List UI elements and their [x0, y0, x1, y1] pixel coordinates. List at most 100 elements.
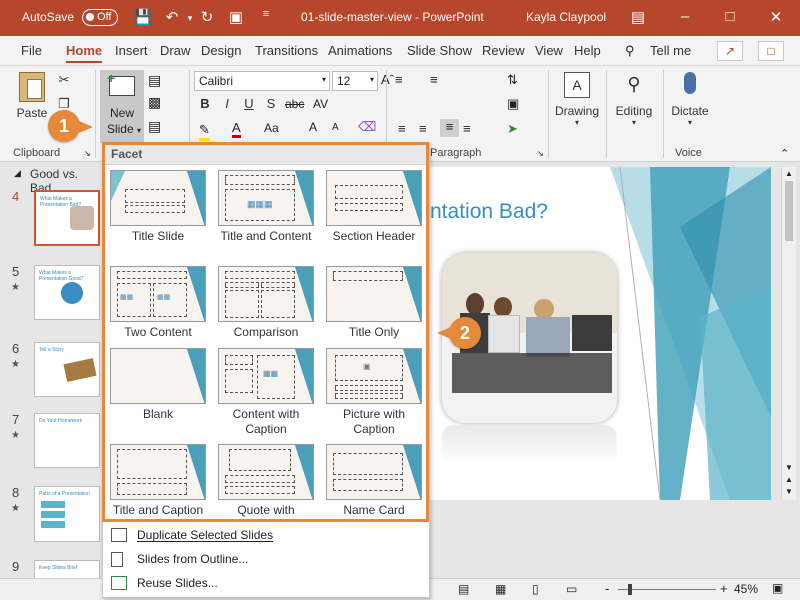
layout-section-header[interactable]: Section Header: [323, 170, 425, 244]
scroll-up-icon[interactable]: ▲: [785, 169, 793, 178]
minimize-icon[interactable]: –: [675, 8, 695, 25]
layout-blank[interactable]: Blank: [107, 348, 209, 422]
tab-transitions[interactable]: Transitions: [255, 43, 318, 58]
shrink-font-button[interactable]: A: [332, 122, 339, 133]
current-slide[interactable]: ntation Bad?: [430, 167, 771, 500]
char-spacing-button[interactable]: AV: [313, 97, 328, 111]
tab-help[interactable]: Help: [574, 43, 601, 58]
bullets-icon[interactable]: ≡: [395, 72, 403, 87]
align-center-icon[interactable]: ≡: [419, 121, 427, 136]
cut-icon[interactable]: ✂: [55, 72, 73, 88]
slide-thumbnail[interactable]: Do Your Homework: [34, 413, 100, 468]
align-left-icon[interactable]: ≡: [398, 121, 406, 136]
ribbon-display-icon[interactable]: ▤: [628, 8, 648, 26]
new-slide-button[interactable]: + New Slide ▾: [100, 70, 144, 143]
bold-button[interactable]: B: [196, 96, 214, 111]
clear-format-icon[interactable]: ⌫: [358, 119, 376, 135]
zoom-in-button[interactable]: +: [720, 581, 728, 596]
next-slide-icon[interactable]: ▼: [785, 487, 793, 496]
align-right-icon[interactable]: ≡: [440, 119, 459, 137]
comments-icon[interactable]: □: [758, 41, 784, 61]
slide-thumbnail[interactable]: Tell a Story: [34, 342, 100, 397]
tab-review[interactable]: Review: [482, 43, 525, 58]
tab-view[interactable]: View: [535, 43, 563, 58]
paste-button[interactable]: Paste: [10, 72, 54, 120]
presenter-icon[interactable]: ▣: [226, 8, 246, 26]
slides-from-outline-item[interactable]: Slides from Outline...: [103, 548, 429, 572]
drawing-button[interactable]: A Drawing ▾: [553, 72, 601, 127]
increase-font-icon[interactable]: Aˆ: [381, 72, 394, 87]
layout-title-only[interactable]: Title Only: [323, 266, 425, 340]
italic-button[interactable]: I: [218, 96, 236, 111]
scroll-down-icon[interactable]: ▼: [785, 463, 793, 472]
tab-insert[interactable]: Insert: [115, 43, 148, 58]
redo-icon[interactable]: ↻: [197, 8, 217, 26]
duplicate-slides-item[interactable]: Duplicate Selected Slides: [103, 524, 429, 548]
tab-home[interactable]: Home: [66, 43, 103, 63]
align-text-icon[interactable]: ▣: [507, 96, 519, 112]
highlight-icon[interactable]: ✎: [199, 122, 210, 141]
user-name[interactable]: Kayla Claypool: [526, 10, 606, 24]
slide-title[interactable]: ntation Bad?: [430, 200, 548, 224]
tab-slide-show[interactable]: Slide Show: [407, 43, 472, 58]
justify-icon[interactable]: ≡: [463, 121, 471, 136]
reading-view-icon[interactable]: ▯: [532, 582, 539, 596]
zoom-slider[interactable]: [618, 589, 716, 590]
tab-file[interactable]: File: [21, 43, 42, 58]
layout-title-slide[interactable]: Title Slide: [107, 170, 209, 244]
slide-thumbnail[interactable]: Keep Slides Brief: [34, 560, 100, 580]
dictate-button[interactable]: Dictate ▾: [666, 72, 714, 127]
slideshow-view-icon[interactable]: ▭: [566, 582, 577, 596]
save-icon[interactable]: 💾: [133, 8, 153, 26]
layout-quote-with-caption[interactable]: Quote with: [215, 444, 317, 518]
zoom-out-button[interactable]: -: [605, 581, 609, 596]
undo-icon[interactable]: ↶: [162, 8, 182, 26]
dialog-launcher-icon[interactable]: ↘: [84, 149, 91, 158]
font-color-icon[interactable]: A: [232, 120, 241, 138]
strikethrough-button[interactable]: abc: [285, 97, 304, 111]
reuse-slides-item[interactable]: Reuse Slides...: [103, 572, 429, 596]
slide-sorter-icon[interactable]: ▦: [495, 582, 506, 596]
layout-icon[interactable]: ▤: [148, 72, 161, 89]
layout-content-with-caption[interactable]: ▦▦ Content with Caption: [215, 348, 317, 437]
shadow-button[interactable]: S: [262, 96, 280, 111]
tab-design[interactable]: Design: [201, 43, 241, 58]
fit-to-window-icon[interactable]: ▣: [772, 581, 783, 595]
smartart-icon[interactable]: ➤: [507, 121, 518, 137]
slide-thumbnail[interactable]: What Makes a Presentation Good?: [34, 265, 100, 320]
layout-two-content[interactable]: ▦▦ ▦▦ Two Content: [107, 266, 209, 340]
collapse-ribbon-icon[interactable]: ⌃: [780, 147, 789, 160]
normal-view-icon[interactable]: ▤: [458, 582, 469, 596]
layout-title-and-caption[interactable]: Title and Caption: [107, 444, 209, 518]
layout-comparison[interactable]: Comparison: [215, 266, 317, 340]
zoom-slider-handle[interactable]: [628, 584, 632, 595]
font-name-box[interactable]: Calibri ▾: [194, 71, 330, 91]
numbering-icon[interactable]: ≡: [430, 72, 438, 87]
prev-slide-icon[interactable]: ▲: [785, 475, 793, 484]
share-icon[interactable]: ↗: [717, 41, 743, 61]
layout-title-and-content[interactable]: ▦▦▦ Title and Content: [215, 170, 317, 244]
close-icon[interactable]: ✕: [766, 8, 786, 26]
scroll-thumb[interactable]: [785, 181, 793, 241]
customize-qat-icon[interactable]: ≡: [256, 8, 276, 20]
autosave-toggle[interactable]: Off: [82, 9, 118, 26]
tab-animations[interactable]: Animations: [328, 43, 392, 58]
tell-me-search[interactable]: Tell me: [650, 43, 691, 58]
layout-name-card[interactable]: Name Card: [323, 444, 425, 518]
section-icon[interactable]: ▤: [148, 118, 161, 135]
font-size-box[interactable]: 12 ▾: [332, 71, 378, 91]
maximize-icon[interactable]: □: [720, 8, 740, 25]
vertical-scrollbar[interactable]: ▲ ▼ ▲ ▼: [781, 167, 796, 500]
layout-picture-with-caption[interactable]: ▣ Picture with Caption: [323, 348, 425, 437]
text-direction-icon[interactable]: ⇅: [507, 72, 518, 88]
tab-draw[interactable]: Draw: [160, 43, 190, 58]
section-collapse-icon[interactable]: ◢: [14, 168, 21, 179]
reset-icon[interactable]: ▩: [148, 94, 161, 111]
paragraph-launcher-icon[interactable]: ↘: [537, 149, 544, 158]
slide-thumbnail[interactable]: What Makes a Presentation Bad?: [34, 190, 100, 246]
change-case-button[interactable]: Aa: [264, 121, 279, 135]
grow-font-button[interactable]: A: [309, 120, 317, 134]
slide-thumbnail[interactable]: Parts of a Presentation: [34, 486, 100, 542]
zoom-level[interactable]: 45%: [734, 582, 758, 596]
editing-button[interactable]: ⚲ Editing ▾: [610, 72, 658, 127]
